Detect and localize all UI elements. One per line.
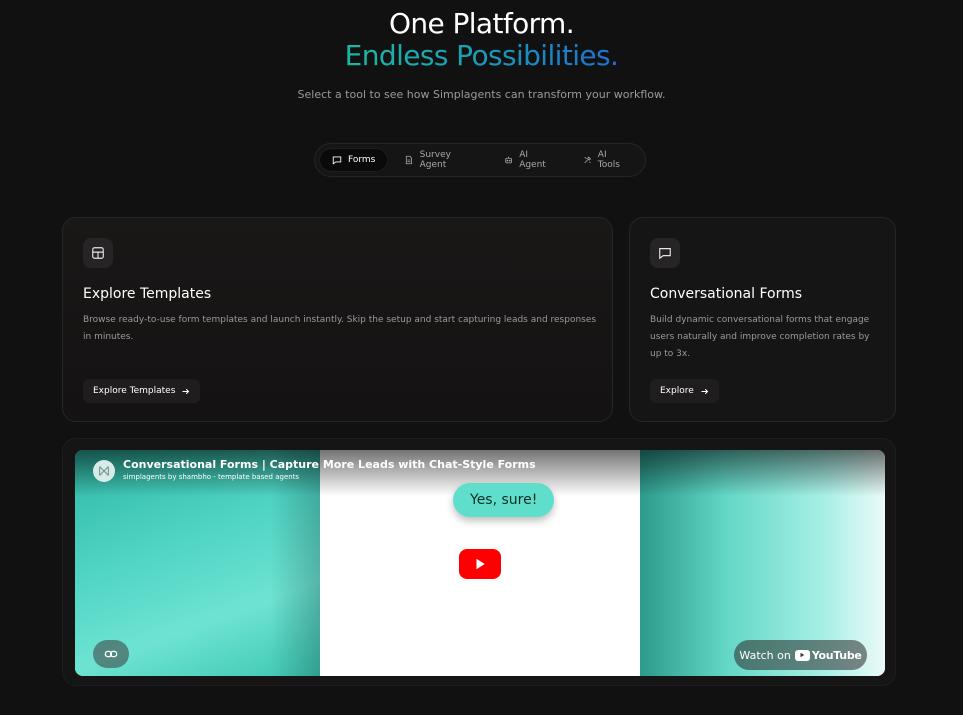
page: One Platform. Endless Possibilities. Sel… [0, 0, 963, 715]
card-title: Conversational Forms [650, 286, 803, 302]
channel-logo-icon [99, 466, 109, 476]
hero-title: One Platform. [388, 7, 575, 40]
card-title: Explore Templates [83, 286, 212, 302]
explore-templates-card: Explore Templates Browse ready-to-use fo… [62, 217, 613, 422]
youtube-logo: YouTube [794, 648, 862, 662]
button-label: Explore [660, 386, 694, 396]
tab-ai-tools[interactable]: AI Tools [571, 148, 641, 172]
card-description: Build dynamic conversational forms that … [650, 315, 870, 359]
link-icon [104, 650, 118, 658]
youtube-icon [794, 649, 810, 661]
tab-label: AI Tools [597, 150, 620, 170]
explore-button[interactable]: Explore [650, 379, 719, 403]
video-channel[interactable]: simplagents by shambho - template based … [123, 473, 299, 481]
video-title[interactable]: Conversational Forms | Capture More Lead… [123, 458, 536, 471]
tab-ai-agent[interactable]: AI Agent [492, 148, 567, 172]
button-label: Explore Templates [93, 386, 176, 396]
youtube-wordmark: YouTube [811, 648, 862, 662]
arrow-right-icon [182, 388, 190, 394]
watch-on-label: Watch on [739, 648, 791, 662]
copy-link-button[interactable] [93, 640, 129, 668]
tools-icon [584, 156, 591, 164]
hero-subtitle: Select a tool to see how Simplagents can… [297, 88, 666, 101]
tab-label: Survey Agent [419, 150, 451, 170]
explore-templates-button[interactable]: Explore Templates [83, 379, 201, 403]
chat-bubble: Yes, sure! [453, 483, 555, 517]
tab-survey-agent[interactable]: Survey Agent [392, 148, 488, 172]
chat-icon [332, 156, 342, 165]
document-icon [406, 155, 413, 165]
tab-label: Forms [348, 155, 376, 165]
layout-icon [83, 238, 113, 268]
message-icon [650, 238, 680, 268]
card-description: Browse ready-to-use form templates and l… [83, 315, 597, 342]
hero-accent-text: Endless Possibilities. [344, 39, 619, 72]
tool-tabs: Forms Survey Agent AI Agent AI Tools [314, 143, 646, 177]
play-button[interactable] [459, 549, 501, 579]
tab-label: AI Agent [519, 150, 546, 170]
channel-avatar[interactable] [93, 460, 115, 482]
conversational-forms-card: Conversational Forms Build dynamic conve… [629, 217, 896, 422]
arrow-right-icon [701, 388, 709, 394]
youtube-embed[interactable]: Conversational Forms | Capture More Lead… [75, 450, 885, 676]
watch-on-youtube-button[interactable]: Watch on YouTube [734, 640, 867, 670]
tab-forms[interactable]: Forms [319, 148, 389, 172]
bot-icon [505, 156, 512, 164]
play-icon [476, 558, 485, 570]
hero-accent-title: Endless Possibilities. [0, 40, 963, 72]
